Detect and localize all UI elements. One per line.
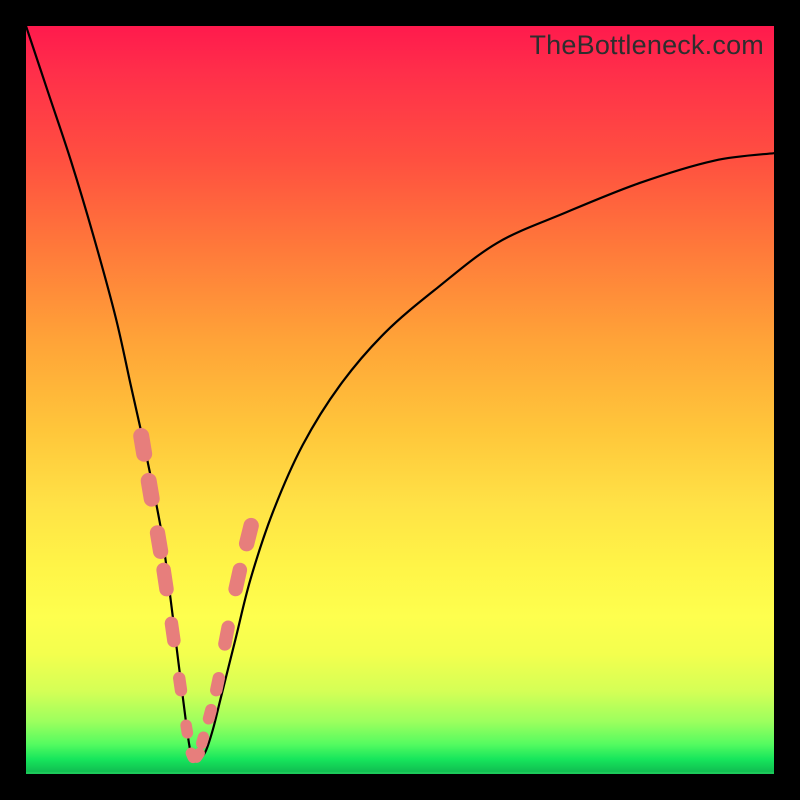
plot-area: TheBottleneck.com bbox=[26, 26, 774, 774]
marker-pill bbox=[237, 516, 260, 553]
bottleneck-curve bbox=[26, 26, 774, 774]
marker-pill bbox=[149, 524, 170, 560]
marker-pill bbox=[155, 562, 174, 598]
marker-pill bbox=[132, 427, 153, 463]
marker-pill bbox=[139, 472, 160, 508]
marker-pill bbox=[164, 616, 182, 648]
curve-line bbox=[26, 26, 774, 759]
outer-frame: TheBottleneck.com bbox=[0, 0, 800, 800]
marker-dots bbox=[132, 427, 260, 765]
marker-pill bbox=[172, 671, 188, 697]
marker-pill bbox=[209, 671, 226, 698]
marker-pill bbox=[227, 561, 249, 597]
marker-pill bbox=[179, 719, 194, 740]
